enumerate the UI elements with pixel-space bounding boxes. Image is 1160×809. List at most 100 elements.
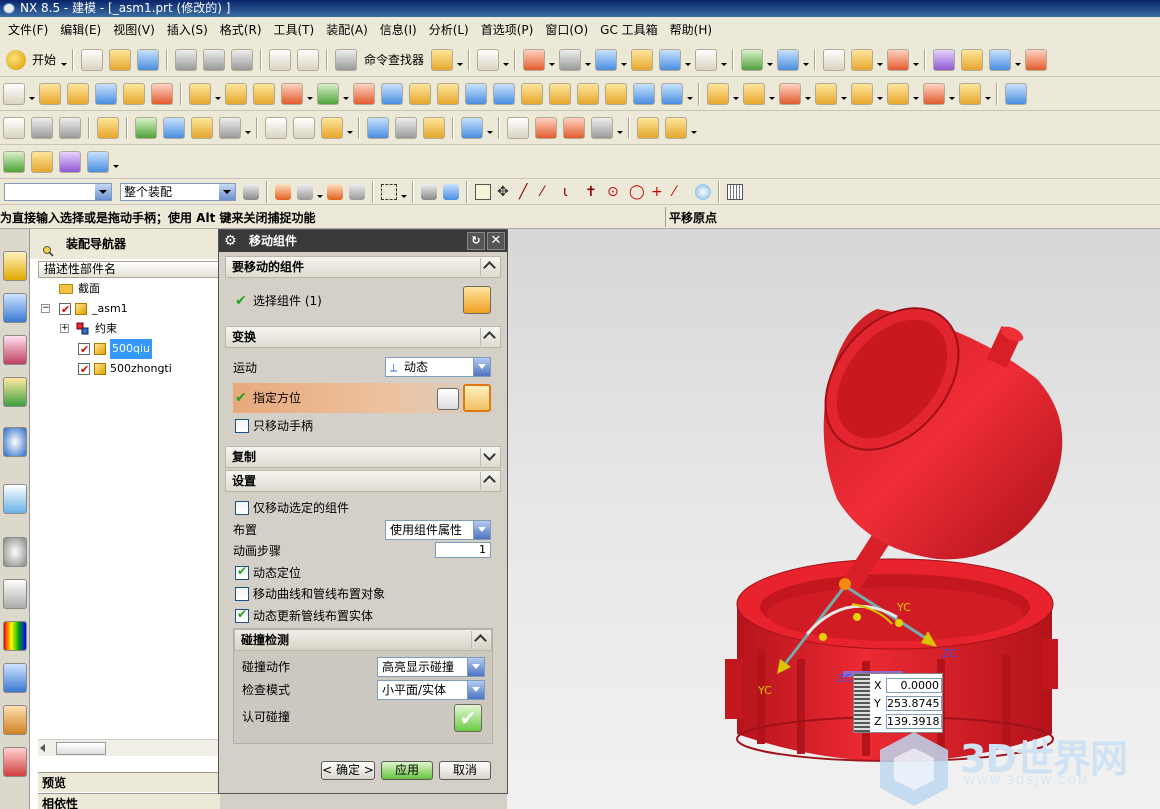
new-file-icon[interactable] xyxy=(81,48,104,71)
tree-row-500qiu[interactable]: 500qiu xyxy=(38,339,220,360)
snap-enable-icon[interactable] xyxy=(475,183,491,200)
scrollbar-thumb[interactable] xyxy=(56,742,106,755)
orient-view-icon[interactable] xyxy=(595,48,618,71)
layer-icon[interactable] xyxy=(631,48,654,71)
reuse-library-tab-icon[interactable] xyxy=(3,377,27,407)
y-coordinate-field[interactable]: 253.8745 xyxy=(886,696,942,711)
dropdown-icon[interactable] xyxy=(316,181,324,203)
preview-panel-header[interactable]: 预览 xyxy=(38,772,220,792)
menu-view[interactable]: 视图(V) xyxy=(109,17,163,43)
dropdown-icon[interactable] xyxy=(912,49,920,71)
tree-row-500zhongti[interactable]: 500zhongti xyxy=(38,359,220,380)
chevron-down-icon[interactable] xyxy=(467,681,484,699)
system-scenes-tab-icon[interactable] xyxy=(3,747,27,777)
visibility-checkbox[interactable] xyxy=(78,360,90,380)
specify-orientation-row[interactable]: ✔ 指定方位 xyxy=(233,383,495,413)
point-on-surface-snap-icon[interactable] xyxy=(695,183,711,200)
layout-select[interactable]: 使用组件属性 xyxy=(385,520,491,540)
window-switch-icon[interactable] xyxy=(431,48,454,71)
dropdown-icon[interactable] xyxy=(802,49,810,71)
start-dropdown-icon[interactable] xyxy=(60,49,68,71)
menu-help[interactable]: 帮助(H) xyxy=(666,17,720,43)
csys-dialog-button[interactable] xyxy=(463,384,491,412)
dropdown-icon[interactable] xyxy=(768,83,776,105)
dropdown-icon[interactable] xyxy=(912,83,920,105)
dropdown-icon[interactable] xyxy=(502,49,510,71)
fit-view-icon[interactable] xyxy=(523,48,546,71)
horizontal-scrollbar[interactable] xyxy=(38,739,220,756)
rectangle-select-icon[interactable] xyxy=(381,183,397,200)
mirror-assembly-icon[interactable] xyxy=(815,82,837,105)
extrude-icon[interactable] xyxy=(39,82,61,105)
midpoint-snap-icon[interactable]: ⁄ xyxy=(541,184,557,200)
background-icon[interactable] xyxy=(695,48,718,71)
dropdown-icon[interactable] xyxy=(840,83,848,105)
boolean-intersect-icon[interactable] xyxy=(281,82,303,105)
measure-icon[interactable] xyxy=(933,48,956,71)
constraint-face-icon[interactable] xyxy=(293,116,315,139)
reset-icon[interactable]: ↻ xyxy=(467,232,485,250)
expand-section-icon[interactable] xyxy=(480,448,498,466)
menu-format[interactable]: 格式(R) xyxy=(216,17,270,43)
dropdown-icon[interactable] xyxy=(684,49,692,71)
dropdown-icon[interactable] xyxy=(720,49,728,71)
triangle-icon[interactable] xyxy=(507,116,529,139)
menu-gc-toolkit[interactable]: GC 工具箱 xyxy=(596,17,666,43)
dynamic-update-checkbox[interactable] xyxy=(235,607,249,623)
dropdown-icon[interactable] xyxy=(804,83,812,105)
existing-point-snap-icon[interactable]: + xyxy=(651,184,667,200)
bearing-icon[interactable] xyxy=(423,116,445,139)
boolean-subtract-icon[interactable] xyxy=(253,82,275,105)
dropdown-icon[interactable] xyxy=(876,83,884,105)
new-component-icon[interactable] xyxy=(743,82,765,105)
wcs-orient-icon[interactable] xyxy=(887,48,910,71)
drag-grip-icon[interactable] xyxy=(854,674,870,732)
assembly-parts-icon[interactable] xyxy=(191,116,213,139)
dropdown-icon[interactable] xyxy=(342,83,350,105)
quadrant-snap-icon[interactable]: ◯ xyxy=(629,184,645,200)
coin-stack-icon[interactable] xyxy=(637,116,659,139)
open-folder-icon[interactable] xyxy=(109,48,132,71)
block-icon[interactable] xyxy=(95,82,117,105)
animation-steps-input[interactable]: 1 xyxy=(435,542,491,558)
tree-row-section[interactable]: 截面 xyxy=(38,279,220,299)
cut-icon[interactable] xyxy=(175,48,198,71)
assembly-check-icon[interactable] xyxy=(135,116,157,139)
x-coordinate-field[interactable]: 0.0000 xyxy=(886,678,942,693)
manufacturing-wizard-tab-icon[interactable] xyxy=(3,663,27,693)
menu-analysis[interactable]: 分析(L) xyxy=(425,17,477,43)
motion-select[interactable]: ⟂ 动态 xyxy=(385,357,491,377)
dropdown-icon[interactable] xyxy=(244,117,252,139)
dropdown-icon[interactable] xyxy=(620,49,628,71)
menu-preferences[interactable]: 首选项(P) xyxy=(477,17,542,43)
check-mark-icon[interactable] xyxy=(3,150,25,173)
revolve-icon[interactable] xyxy=(67,82,89,105)
line-snap-icon[interactable]: ╱ xyxy=(519,184,535,200)
hammer-icon[interactable] xyxy=(163,116,185,139)
web-browser-tab-icon[interactable] xyxy=(3,484,27,514)
section-copy[interactable]: 复制 xyxy=(225,446,501,468)
collision-action-select[interactable]: 高亮显示碰撞 xyxy=(377,657,485,677)
dropdown-icon[interactable] xyxy=(400,181,408,203)
dropdown-icon[interactable] xyxy=(456,49,464,71)
trim-body-icon[interactable] xyxy=(353,82,375,105)
move-handle-only-checkbox[interactable] xyxy=(235,419,249,433)
menu-edit[interactable]: 编辑(E) xyxy=(56,17,109,43)
grid-snap-icon[interactable] xyxy=(563,116,585,139)
sketch-icon[interactable] xyxy=(3,82,25,105)
move-curves-checkbox[interactable] xyxy=(235,587,249,601)
constraint-navigator-tab-icon[interactable] xyxy=(3,293,27,323)
dropdown-icon[interactable] xyxy=(214,83,222,105)
control-point-snap-icon[interactable]: ɩ xyxy=(563,184,579,200)
graphics-window[interactable]: YC YC ZC ZC xyxy=(507,229,1160,809)
close-icon[interactable]: ✕ xyxy=(487,232,505,250)
collapse-section-icon[interactable] xyxy=(471,631,489,649)
dialog-title-bar[interactable]: ⚙ 移动组件 ↻ ✕ xyxy=(219,230,507,252)
chevron-down-icon[interactable] xyxy=(473,358,490,376)
start-button[interactable]: 开始 xyxy=(28,51,60,68)
process-studio-tab-icon[interactable] xyxy=(3,621,27,651)
analysis-icon[interactable] xyxy=(961,48,984,71)
dropdown-icon[interactable] xyxy=(28,83,36,105)
checklist-edit-icon[interactable] xyxy=(59,150,81,173)
selection-scope-combo[interactable]: 整个装配 xyxy=(120,182,236,201)
